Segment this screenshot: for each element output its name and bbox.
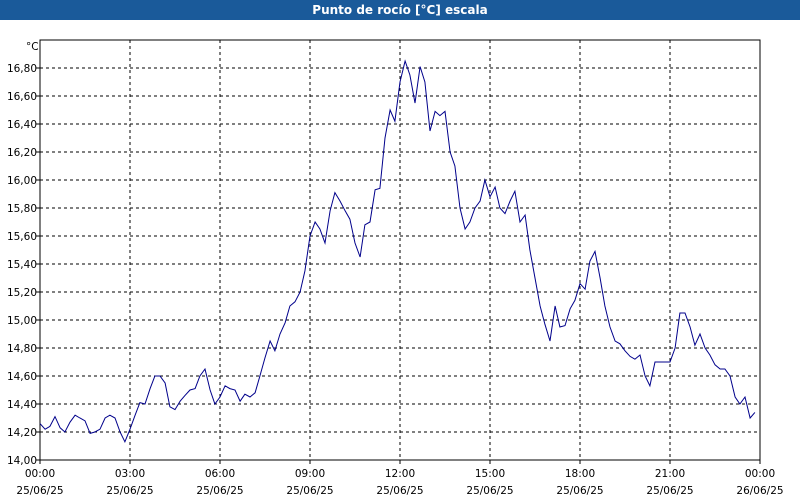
y-tick-label: 15,00 xyxy=(7,315,37,327)
y-tick-label: 16,80 xyxy=(7,63,37,75)
x-tick-time-label: 06:00 xyxy=(205,468,235,480)
y-tick-label: 15,40 xyxy=(7,259,37,271)
x-tick-date-label: 25/06/25 xyxy=(16,485,63,497)
x-tick-time-label: 21:00 xyxy=(655,468,685,480)
chart-frame: 14,00 14,20 14,40 14,60 14,80 15,00 15,20 15,40… xyxy=(0,20,800,500)
y-tick-label: 15,80 xyxy=(7,203,37,215)
x-tick-date-label: 25/06/25 xyxy=(376,485,423,497)
x-tick-time-label: 03:00 xyxy=(115,468,145,480)
x-tick-time-label: 15:00 xyxy=(475,468,505,480)
x-tick-time-label: 18:00 xyxy=(565,468,595,480)
y-tick-label: 16,60 xyxy=(7,91,37,103)
y-tick-label: 14,80 xyxy=(7,343,37,355)
axes-layer xyxy=(36,39,761,464)
x-tick-date-label: 26/06/25 xyxy=(736,485,783,497)
dew-point-series-line xyxy=(39,59,756,444)
x-tick-date-label: 25/06/25 xyxy=(286,485,333,497)
series-layer xyxy=(39,59,756,444)
y-tick-label: 15,20 xyxy=(7,287,37,299)
x-tick-date-label: 25/06/25 xyxy=(466,485,513,497)
chart-title: Punto de rocío [°C] escala xyxy=(0,0,800,20)
x-tick-date-label: 25/06/25 xyxy=(196,485,243,497)
y-axis-unit-label: °C xyxy=(26,41,39,53)
x-tick-date-label: 25/06/25 xyxy=(106,485,153,497)
y-tick-label: 16,00 xyxy=(7,175,37,187)
y-tick-label: 14,40 xyxy=(7,399,37,411)
x-tick-time-label: 00:00 xyxy=(745,468,775,480)
y-tick-label: 16,40 xyxy=(7,119,37,131)
x-tick-time-label: 00:00 xyxy=(25,468,55,480)
x-tick-time-label: 09:00 xyxy=(295,468,325,480)
y-tick-label: 14,60 xyxy=(7,371,37,383)
x-tick-time-label: 12:00 xyxy=(385,468,415,480)
y-tick-label: 16,20 xyxy=(7,147,37,159)
grid-layer xyxy=(40,40,760,460)
y-tick-label: 14,00 xyxy=(7,455,37,467)
x-tick-date-label: 25/06/25 xyxy=(646,485,693,497)
chart-svg: 14,00 14,20 14,40 14,60 14,80 15,00 15,20 15,40… xyxy=(7,39,784,497)
y-tick-label: 14,20 xyxy=(7,427,37,439)
y-tick-label: 15,60 xyxy=(7,231,37,243)
x-tick-date-label: 25/06/25 xyxy=(556,485,603,497)
